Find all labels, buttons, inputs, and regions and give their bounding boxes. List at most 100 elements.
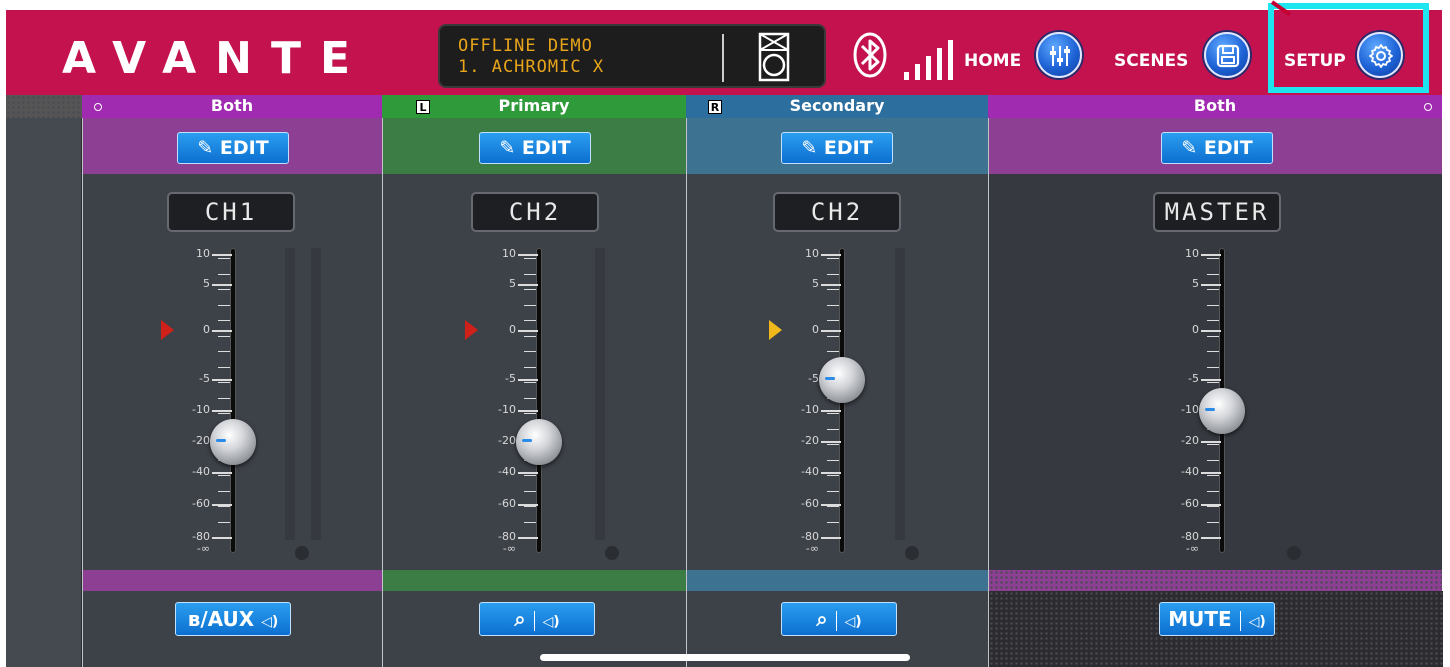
fader-minor-tick [218, 506, 230, 507]
level-meter [285, 248, 295, 540]
channel-footer-strip [83, 570, 382, 591]
unity-gain-marker [161, 320, 174, 340]
bluetooth-icon[interactable] [852, 32, 888, 82]
link-dot-icon [1424, 103, 1432, 111]
preset-display[interactable]: OFFLINE DEMO 1. ACHROMIC X [438, 24, 826, 88]
fader-minor-tick [218, 351, 230, 352]
fader-minor-tick [218, 397, 230, 399]
fader-minor-tick [218, 289, 230, 290]
fader-minor-tick [524, 537, 536, 538]
fader-minor-tick [1207, 366, 1219, 368]
home-button[interactable] [1036, 32, 1082, 78]
channel-footer-strip [687, 570, 988, 591]
fader-minor-tick [1207, 258, 1219, 259]
fader-minor-tick [218, 304, 230, 306]
fader-scale-label: -40 [801, 465, 819, 478]
fader-knob[interactable] [819, 357, 865, 403]
fader-tick [821, 254, 841, 256]
bluetooth-aux-button[interactable]: ʙ/AUX ◁) [175, 602, 291, 636]
label-bar-gutter [6, 95, 82, 118]
bluetooth-icon: ʙ [187, 607, 201, 631]
scenes-button[interactable] [1204, 32, 1250, 78]
speaker-cabinet-icon [758, 32, 790, 86]
display-divider [722, 34, 724, 82]
fader-minor-tick [524, 351, 536, 352]
save-disk-icon [1216, 44, 1240, 68]
fader-track[interactable] [536, 248, 542, 553]
edit-button[interactable]: ✎ EDIT [1161, 132, 1273, 164]
signal-strength-icon [902, 38, 956, 84]
channel-strip: ✎ EDIT CH2 ⌕ ◁) 10 5 0 -5 -10 -20 -40 -60 -80 -∞ [382, 118, 686, 667]
mixer-panel: ✎ EDIT CH1 ʙ/AUX ◁) 10 5 0 -5 -10 -20 -40 -60 -8… [6, 118, 1443, 667]
home-label[interactable]: HOME [964, 51, 1021, 71]
fader-minor-tick [218, 521, 230, 523]
channel-name-display[interactable]: CH1 [167, 192, 295, 232]
fader-minor-tick [1207, 289, 1219, 290]
speaker-icon: ◁) [542, 614, 560, 630]
fader-minor-tick [827, 537, 839, 538]
fader-minor-tick [218, 382, 230, 383]
fader-scale-label: -20 [801, 434, 819, 447]
avante-logo: AVANTE [62, 33, 370, 84]
microphone-icon: ⌕ [816, 607, 828, 631]
level-meter [1303, 248, 1313, 540]
fader-minor-tick [827, 475, 839, 476]
edit-button[interactable]: ✎ EDIT [781, 132, 893, 164]
mixer-sliders-icon [1050, 46, 1070, 66]
fader-tick [821, 441, 841, 443]
fader-scale-label: -40 [1181, 465, 1199, 478]
mute-button[interactable]: MUTE ◁) [1159, 602, 1275, 636]
home-indicator[interactable] [540, 654, 910, 661]
channel-name-display[interactable]: MASTER [1153, 192, 1281, 232]
fader-minor-tick [524, 273, 536, 275]
fader-knob[interactable] [516, 419, 562, 465]
fader-track[interactable] [230, 248, 236, 553]
fader-tick [518, 379, 538, 381]
fader-minor-tick [524, 382, 536, 383]
fader-scale-label: -10 [801, 403, 819, 416]
fader-tick [518, 410, 538, 412]
fader-scale-label: -∞ [1185, 542, 1199, 555]
fader-scale-label: 0 [203, 323, 210, 336]
fader-knob[interactable] [1199, 388, 1245, 434]
edit-button[interactable]: ✎ EDIT [479, 132, 591, 164]
fader-minor-tick [524, 413, 536, 414]
level-meter [595, 248, 605, 540]
fader-tick [518, 472, 538, 474]
fader-minor-tick [1207, 459, 1219, 461]
speaker-icon: ◁) [844, 614, 862, 630]
fader-knob[interactable] [210, 419, 256, 465]
fader-minor-tick [524, 475, 536, 476]
channel-name-display[interactable]: CH2 [773, 192, 901, 232]
fader-scale-label: 10 [805, 247, 819, 260]
fader-minor-tick [218, 320, 230, 321]
fader-minor-tick [827, 320, 839, 321]
channel-assignment-bar: Both L Primary R Secondary Both [6, 95, 1442, 118]
channel-name-display[interactable]: CH2 [471, 192, 599, 232]
fader-scale-label: 0 [1192, 323, 1199, 336]
fader-minor-tick [1207, 444, 1219, 445]
fader-minor-tick [827, 351, 839, 352]
microphone-button[interactable]: ⌕ ◁) [479, 602, 595, 636]
speaker-icon: ◁) [1248, 614, 1266, 630]
assignment-secondary: R Secondary [686, 95, 988, 118]
fader-minor-tick [827, 289, 839, 290]
channel-footer-strip [383, 570, 686, 591]
scenes-label[interactable]: SCENES [1114, 51, 1188, 71]
edit-button[interactable]: ✎ EDIT [177, 132, 289, 164]
fader-minor-tick [218, 475, 230, 476]
assignment-both-right: Both [988, 95, 1442, 118]
fader-tick [1201, 379, 1221, 381]
fader-scale-label: -10 [498, 403, 516, 416]
speaker-icon: ◁) [261, 614, 279, 630]
channel-strip: ✎ EDIT CH1 ʙ/AUX ◁) 10 5 0 -5 -10 -20 -40 -60 -8… [82, 118, 382, 667]
fader-minor-tick [1207, 335, 1219, 337]
fader-minor-tick [827, 490, 839, 492]
fader-minor-tick [827, 521, 839, 523]
master-strip: ✎ EDIT MASTER MUTE ◁) 10 5 0 -5 -10 -20 -40 -60 -… [988, 118, 1443, 667]
microphone-button[interactable]: ⌕ ◁) [781, 602, 897, 636]
top-bar: AVANTE OFFLINE DEMO 1. ACHROMIC X HOME S… [6, 10, 1442, 95]
fader-minor-tick [218, 366, 230, 368]
fader-tick [1201, 330, 1221, 332]
fader-minor-tick [524, 521, 536, 523]
